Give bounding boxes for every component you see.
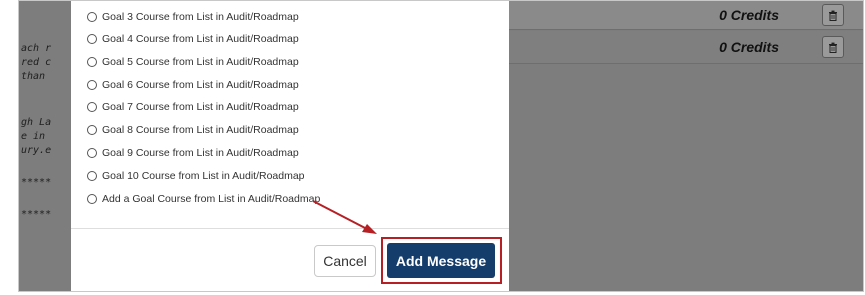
code-fragment: ach r	[21, 43, 52, 54]
radio-button[interactable]	[87, 102, 97, 112]
goal-option[interactable]: Goal 3 Course from List in Audit/Roadmap	[87, 8, 299, 26]
option-label: Goal 5 Course from List in Audit/Roadmap	[102, 56, 299, 68]
trash-icon[interactable]	[822, 4, 844, 26]
code-fragment: red c	[21, 57, 52, 68]
option-label: Goal 9 Course from List in Audit/Roadmap	[102, 147, 299, 159]
code-fragment: e in	[21, 131, 46, 142]
goal-option[interactable]: Goal 4 Course from List in Audit/Roadmap	[87, 30, 299, 48]
code-fragment: than	[21, 71, 46, 82]
radio-button[interactable]	[87, 194, 97, 204]
background-code-text: ach r red c than gh La e in ury.e ***** …	[19, 1, 79, 291]
screenshot-frame: ach r red c than gh La e in ury.e ***** …	[18, 0, 864, 292]
radio-button[interactable]	[87, 80, 97, 90]
credits-label: 0 Credits	[719, 7, 779, 23]
option-label: Goal 4 Course from List in Audit/Roadmap	[102, 33, 299, 45]
radio-button[interactable]	[87, 34, 97, 44]
goal-option[interactable]: Goal 8 Course from List in Audit/Roadmap	[87, 121, 299, 139]
option-label: Goal 7 Course from List in Audit/Roadmap	[102, 101, 299, 113]
radio-button[interactable]	[87, 125, 97, 135]
option-label: Goal 3 Course from List in Audit/Roadmap	[102, 11, 299, 23]
credits-label: 0 Credits	[719, 39, 779, 55]
cancel-button[interactable]: Cancel	[314, 245, 376, 277]
option-label: Goal 6 Course from List in Audit/Roadmap	[102, 79, 299, 91]
modal-footer-divider	[71, 228, 509, 229]
add-message-modal: Goal 3 Course from List in Audit/Roadmap…	[71, 1, 509, 291]
radio-button[interactable]	[87, 12, 97, 22]
option-label: Goal 10 Course from List in Audit/Roadma…	[102, 170, 305, 182]
goal-option[interactable]: Goal 7 Course from List in Audit/Roadmap	[87, 98, 299, 116]
goal-option[interactable]: Goal 9 Course from List in Audit/Roadmap	[87, 144, 299, 162]
course-row: 0 Credits	[509, 1, 863, 30]
goal-option[interactable]: Goal 10 Course from List in Audit/Roadma…	[87, 167, 305, 185]
option-label: Goal 8 Course from List in Audit/Roadmap	[102, 124, 299, 136]
goal-option[interactable]: Goal 6 Course from List in Audit/Roadmap	[87, 76, 299, 94]
radio-button[interactable]	[87, 57, 97, 67]
radio-button[interactable]	[87, 148, 97, 158]
code-fragment: *****	[21, 177, 52, 188]
goal-option[interactable]: Add a Goal Course from List in Audit/Roa…	[87, 190, 320, 208]
add-message-button[interactable]: Add Message	[387, 243, 495, 278]
radio-button[interactable]	[87, 171, 97, 181]
trash-icon[interactable]	[822, 36, 844, 58]
code-fragment: gh La	[21, 117, 52, 128]
code-fragment: ury.e	[21, 145, 52, 156]
code-fragment: *****	[21, 209, 52, 220]
course-row: 0 Credits	[509, 31, 863, 64]
option-label: Add a Goal Course from List in Audit/Roa…	[102, 193, 321, 205]
goal-option[interactable]: Goal 5 Course from List in Audit/Roadmap	[87, 53, 299, 71]
